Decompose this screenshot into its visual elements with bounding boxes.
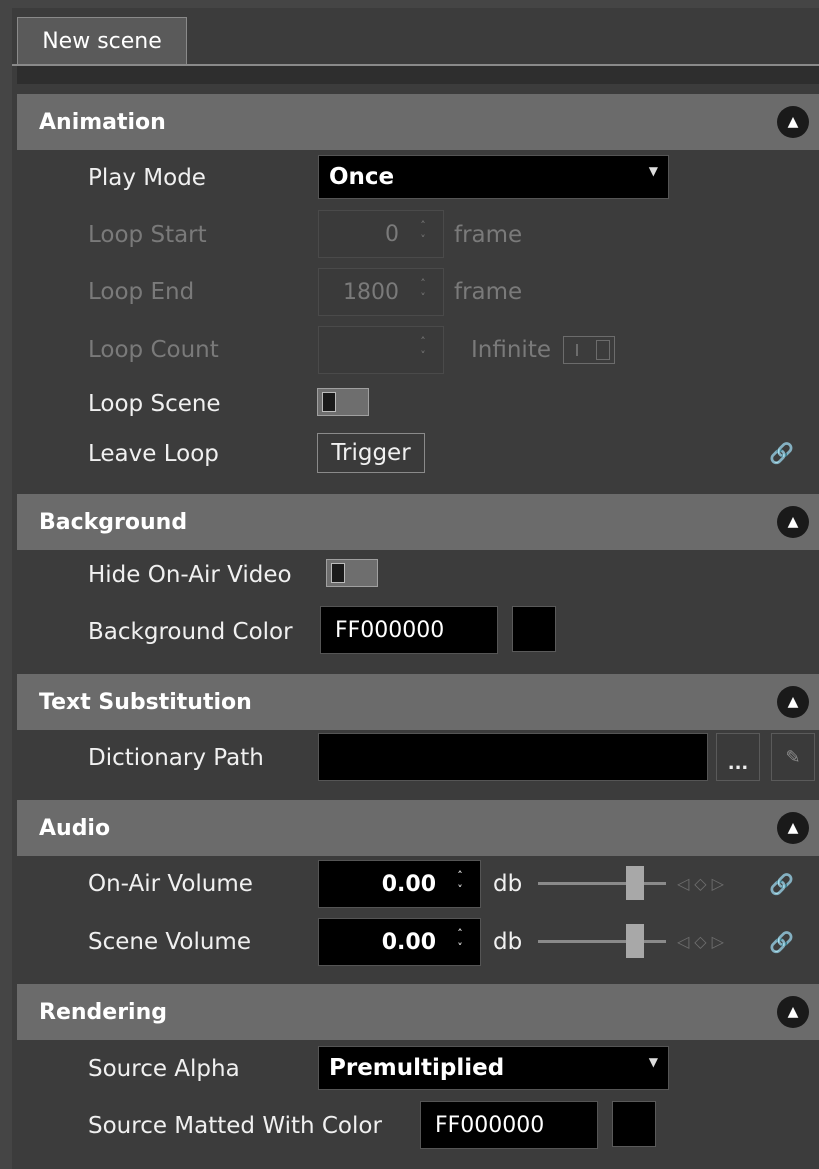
toggle-knob xyxy=(596,340,610,360)
spin-arrows-icon[interactable]: ˄ ˅ xyxy=(452,927,468,955)
trigger-button[interactable]: Trigger xyxy=(317,433,425,473)
link-icon[interactable]: 🔗 xyxy=(769,441,794,465)
background-color-label: Background Color xyxy=(88,619,293,645)
section-title: Background xyxy=(39,509,188,535)
section-header-rendering[interactable]: Rendering ▲ xyxy=(17,984,819,1040)
infinite-label: Infinite xyxy=(471,337,551,363)
on-air-volume-unit: db xyxy=(493,871,523,897)
section-header-text-substitution[interactable]: Text Substitution ▲ xyxy=(17,674,819,730)
loop-scene-toggle[interactable] xyxy=(317,388,369,416)
spin-arrows-icon[interactable]: ˄ ˅ xyxy=(415,219,431,247)
dictionary-path-label: Dictionary Path xyxy=(88,745,264,771)
keyframe-nav-icon[interactable]: ◁◇▷ xyxy=(677,864,729,904)
slider-thumb[interactable] xyxy=(626,924,644,958)
dropdown-arrow-icon: ▼ xyxy=(648,164,658,178)
toggle-knob xyxy=(331,563,345,583)
section-header-animation[interactable]: Animation ▲ xyxy=(17,94,819,150)
play-mode-value: Once xyxy=(329,164,395,190)
collapse-icon[interactable]: ▲ xyxy=(777,686,809,718)
on-air-volume-spinner[interactable]: 0.00 ˄ ˅ xyxy=(318,860,481,908)
loop-start-unit: frame xyxy=(454,222,523,248)
leave-loop-label: Leave Loop xyxy=(88,441,219,467)
loop-end-label: Loop End xyxy=(88,279,195,305)
on-air-volume-label: On-Air Volume xyxy=(88,871,253,897)
loop-end-unit: frame xyxy=(454,279,523,305)
play-mode-dropdown[interactable]: Once ▼ xyxy=(318,155,669,199)
link-icon[interactable]: 🔗 xyxy=(769,930,794,954)
collapse-icon[interactable]: ▲ xyxy=(777,106,809,138)
infinite-toggle[interactable] xyxy=(563,336,615,364)
section-title: Animation xyxy=(39,109,166,135)
scene-volume-spinner[interactable]: 0.00 ˄ ˅ xyxy=(318,918,481,966)
edit-icon[interactable]: ✎ xyxy=(771,733,815,781)
scene-volume-slider[interactable] xyxy=(538,922,666,962)
scene-volume-value: 0.00 xyxy=(381,929,436,955)
source-matted-color-field[interactable]: FF000000 xyxy=(420,1101,598,1149)
slider-track xyxy=(538,940,666,943)
loop-end-spinner[interactable]: 1800 ˄ ˅ xyxy=(318,268,444,316)
play-mode-label: Play Mode xyxy=(88,165,206,191)
section-header-audio[interactable]: Audio ▲ xyxy=(17,800,819,856)
browse-button[interactable]: ... xyxy=(716,733,760,781)
section-header-background[interactable]: Background ▲ xyxy=(17,494,819,550)
scene-volume-label: Scene Volume xyxy=(88,929,251,955)
panel-top-bar xyxy=(17,66,819,84)
collapse-icon[interactable]: ▲ xyxy=(777,996,809,1028)
source-alpha-dropdown[interactable]: Premultiplied ▼ xyxy=(318,1046,669,1090)
on-air-volume-slider[interactable] xyxy=(538,864,666,904)
loop-start-label: Loop Start xyxy=(88,222,207,248)
link-icon[interactable]: 🔗 xyxy=(769,872,794,896)
loop-end-value: 1800 xyxy=(343,279,399,305)
loop-start-spinner[interactable]: 0 ˄ ˅ xyxy=(318,210,444,258)
spin-arrows-icon[interactable]: ˄ ˅ xyxy=(415,335,431,363)
section-title: Audio xyxy=(39,815,111,841)
slider-track xyxy=(538,882,666,885)
spin-arrows-icon[interactable]: ˄ ˅ xyxy=(415,277,431,305)
toggle-mark xyxy=(576,344,578,356)
section-title: Rendering xyxy=(39,999,167,1025)
source-matted-color-label: Source Matted With Color xyxy=(88,1113,382,1139)
source-alpha-value: Premultiplied xyxy=(329,1055,505,1081)
loop-count-label: Loop Count xyxy=(88,337,219,363)
hide-on-air-video-toggle[interactable] xyxy=(326,559,378,587)
loop-count-spinner[interactable]: ˄ ˅ xyxy=(318,326,444,374)
tab-label: New scene xyxy=(42,29,162,54)
hide-on-air-video-label: Hide On-Air Video xyxy=(88,562,292,588)
background-color-field[interactable]: FF000000 xyxy=(320,606,498,654)
spin-arrows-icon[interactable]: ˄ ˅ xyxy=(452,869,468,897)
keyframe-nav-icon[interactable]: ◁◇▷ xyxy=(677,922,729,962)
loop-scene-label: Loop Scene xyxy=(88,391,221,417)
loop-start-value: 0 xyxy=(385,221,399,247)
slider-thumb[interactable] xyxy=(626,866,644,900)
collapse-icon[interactable]: ▲ xyxy=(777,506,809,538)
toggle-knob xyxy=(322,392,336,412)
dictionary-path-field[interactable] xyxy=(318,733,708,781)
tab-new-scene[interactable]: New scene xyxy=(17,17,187,65)
on-air-volume-value: 0.00 xyxy=(381,871,436,897)
background-color-swatch[interactable] xyxy=(512,606,556,652)
source-alpha-label: Source Alpha xyxy=(88,1056,240,1082)
section-title: Text Substitution xyxy=(39,689,252,715)
source-matted-color-swatch[interactable] xyxy=(612,1101,656,1147)
scene-volume-unit: db xyxy=(493,929,523,955)
dropdown-arrow-icon: ▼ xyxy=(648,1055,658,1069)
collapse-icon[interactable]: ▲ xyxy=(777,812,809,844)
